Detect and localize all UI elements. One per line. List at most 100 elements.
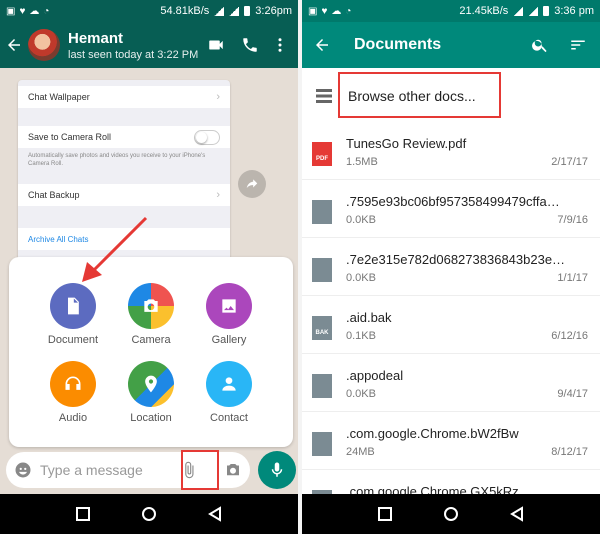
- recents-icon[interactable]: [75, 506, 91, 522]
- attach-gallery[interactable]: Gallery: [189, 283, 269, 346]
- contact-circle: [206, 361, 252, 407]
- list-item[interactable]: PDF TunesGo Review.pdf 1.5MB 2/17/17: [302, 122, 600, 180]
- contact-icon: [222, 377, 236, 391]
- attach-contact[interactable]: Contact: [189, 361, 269, 424]
- signal-icon-2: [528, 6, 539, 16]
- doc-size: 1.5MB: [346, 156, 378, 168]
- twitter-notif-icon: ♥: [321, 5, 328, 17]
- doc-size: 0.0KB: [346, 272, 376, 284]
- contact-avatar[interactable]: [28, 29, 60, 61]
- home-icon[interactable]: [443, 506, 459, 522]
- documents-header: Documents: [302, 22, 600, 68]
- document-list: PDF TunesGo Review.pdf 1.5MB 2/17/17 .75…: [302, 122, 600, 528]
- settings-wallpaper-label: Chat Wallpaper: [28, 92, 90, 102]
- cloud-notif-icon: ☁: [29, 5, 40, 17]
- doc-size: 24MB: [346, 446, 375, 458]
- voice-call-button[interactable]: [236, 31, 264, 59]
- notification-icons: ▣ ♥ ☁ ◔: [6, 6, 49, 17]
- settings-backup-label: Chat Backup: [28, 190, 80, 200]
- document-icon: [68, 297, 79, 315]
- list-icon: [316, 89, 332, 103]
- whatsapp-chat-screen: ▣ ♥ ☁ ◔ 54.81kB/s 3:26pm Hemant last see…: [0, 0, 298, 534]
- android-nav-bar: [0, 494, 298, 534]
- battery-icon: [244, 6, 251, 16]
- doc-date: 9/4/17: [557, 388, 588, 400]
- emoji-icon[interactable]: [14, 461, 32, 479]
- audio-circle: [50, 361, 96, 407]
- doc-size: 0.1KB: [346, 330, 376, 342]
- back-icon[interactable]: [207, 506, 223, 522]
- attach-location-label: Location: [130, 412, 172, 424]
- video-call-button[interactable]: [202, 31, 230, 59]
- twitter-notif-icon: ♥: [19, 5, 26, 17]
- message-input[interactable]: Type a message: [40, 462, 180, 478]
- camera-icon[interactable]: [224, 461, 242, 479]
- doc-size: 0.0KB: [346, 388, 376, 400]
- wifi-notif-icon: ◔: [43, 5, 50, 17]
- file-icon: [312, 258, 332, 282]
- contact-name: Hemant: [68, 29, 124, 47]
- gallery-circle: [206, 283, 252, 329]
- forward-button[interactable]: [238, 170, 266, 198]
- sort-icon: [571, 40, 585, 50]
- file-icon: [312, 432, 332, 456]
- doc-name: .7595e93bc06bf957358499479cffa…: [346, 194, 560, 209]
- chevron-right-icon: ›: [216, 91, 220, 103]
- chat-menu-button[interactable]: [266, 31, 294, 59]
- gallery-icon: [222, 299, 236, 313]
- recents-icon[interactable]: [377, 506, 393, 522]
- phone-icon: [243, 38, 257, 52]
- signal-icon-2: [229, 6, 240, 16]
- attach-document-label: Document: [47, 334, 99, 346]
- settings-row-camera-roll: Save to Camera Roll: [18, 126, 230, 148]
- file-icon: [312, 374, 332, 398]
- list-item[interactable]: .7595e93bc06bf957358499479cffa… 0.0KB 7/…: [302, 180, 600, 238]
- attach-camera-label: Camera: [131, 334, 171, 346]
- back-icon[interactable]: [509, 506, 525, 522]
- list-item[interactable]: .7e2e315e782d068273836843b23e… 0.0KB 1/1…: [302, 238, 600, 296]
- sort-button[interactable]: [564, 31, 592, 59]
- doc-name: .appodeal: [346, 368, 404, 383]
- camera-icon: [144, 299, 158, 312]
- settings-camera-roll-label: Save to Camera Roll: [28, 132, 112, 142]
- search-button[interactable]: [526, 31, 554, 59]
- status-bar: ▣ ♥ ☁ ◔ 21.45kB/s 3:36 pm: [302, 0, 600, 22]
- clock: 3:36 pm: [554, 5, 594, 17]
- list-item[interactable]: BAK .aid.bak 0.1KB 6/12/16: [302, 296, 600, 354]
- screenshot-root: ▣ ♥ ☁ ◔ 54.81kB/s 3:26pm Hemant last see…: [0, 0, 600, 534]
- list-item[interactable]: .appodeal 0.0KB 9/4/17: [302, 354, 600, 412]
- signal-icon: [214, 6, 225, 16]
- attach-location[interactable]: Location: [111, 361, 191, 424]
- attach-camera[interactable]: Camera: [111, 283, 191, 346]
- settings-row-wallpaper: Chat Wallpaper ›: [18, 86, 230, 108]
- red-arrow-annotation: [82, 216, 148, 282]
- list-item[interactable]: .com.google.Chrome.bW2fBw 24MB 8/12/17: [302, 412, 600, 470]
- image-notif-icon: ▣: [6, 5, 16, 17]
- notification-icons: ▣ ♥ ☁ ◔: [308, 6, 351, 17]
- attach-document[interactable]: Document: [33, 283, 113, 346]
- mic-button[interactable]: [258, 451, 296, 489]
- doc-date: 2/17/17: [551, 156, 588, 168]
- file-icon: [312, 200, 332, 224]
- attach-audio[interactable]: Audio: [33, 361, 113, 424]
- back-button[interactable]: [0, 31, 28, 59]
- documents-picker-screen: ▣ ♥ ☁ ◔ 21.45kB/s 3:36 pm Documents Brow…: [302, 0, 600, 534]
- data-speed: 21.45kB/s: [459, 5, 509, 17]
- bak-file-icon: BAK: [312, 316, 332, 340]
- data-speed: 54.81kB/s: [160, 5, 210, 17]
- camera-roll-toggle: [194, 129, 220, 145]
- video-camera-icon: [209, 40, 223, 50]
- doc-name: .aid.bak: [346, 310, 392, 325]
- pdf-file-icon: PDF: [312, 142, 332, 166]
- back-button[interactable]: [308, 31, 336, 59]
- cloud-notif-icon: ☁: [331, 5, 342, 17]
- forward-icon: [246, 179, 258, 189]
- headphones-icon: [65, 376, 81, 390]
- doc-date: 8/12/17: [551, 446, 588, 458]
- contact-info[interactable]: Hemant last seen today at 3:22 PM: [68, 30, 202, 61]
- location-pin-icon: [145, 375, 157, 393]
- home-icon[interactable]: [141, 506, 157, 522]
- doc-date: 7/9/16: [557, 214, 588, 226]
- doc-date: 1/1/17: [557, 272, 588, 284]
- camera-roll-note: Automatically save photos and videos you…: [28, 153, 206, 167]
